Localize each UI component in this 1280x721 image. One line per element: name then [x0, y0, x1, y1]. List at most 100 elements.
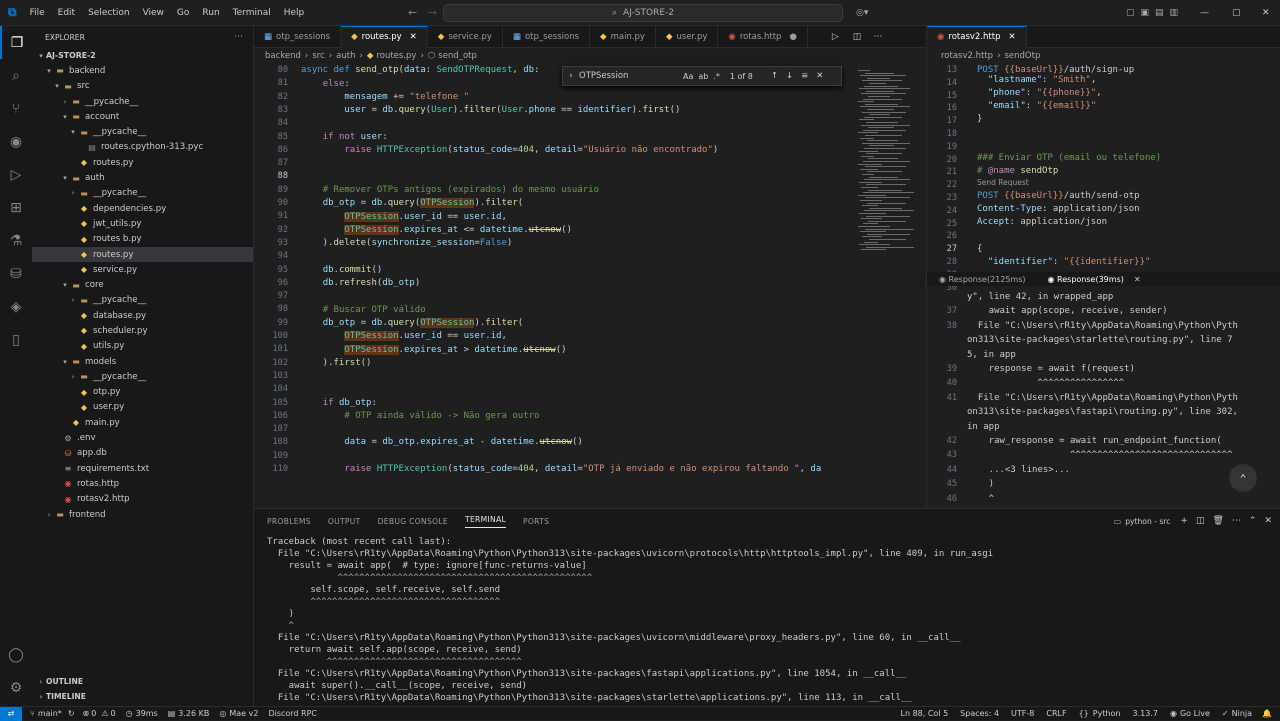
menu-selection[interactable]: Selection [88, 8, 129, 18]
tree-file[interactable]: ◆ otp.py [32, 385, 253, 400]
split-editor-icon[interactable]: ◫ [853, 32, 862, 42]
close-icon[interactable]: ✕ [1134, 275, 1141, 284]
indentation[interactable]: Spaces: 4 [960, 709, 999, 718]
sync-icon[interactable]: ↻ [68, 709, 75, 718]
response-tab-1[interactable]: ◉ Response(2125ms) [939, 275, 1026, 284]
tree-folder[interactable]: › ▬ __pycache__ [32, 369, 253, 384]
tree-file[interactable]: ◆ dependencies.py [32, 201, 253, 216]
source-control-icon[interactable]: ⑂ [0, 92, 32, 125]
menu-edit[interactable]: Edit [58, 8, 75, 18]
run-icon[interactable]: ▷ [832, 32, 839, 42]
close-icon[interactable]: ✕ [816, 71, 823, 81]
tree-file[interactable]: ◉ rotas.http [32, 476, 253, 491]
http-editor[interactable]: 13141516171819202122232425262728293031 P… [927, 64, 1280, 290]
tree-file[interactable]: ≡ requirements.txt [32, 461, 253, 476]
language-mode[interactable]: Python [1093, 709, 1121, 718]
tree-folder[interactable]: › ▬ frontend [32, 507, 253, 522]
next-match-icon[interactable]: ↓ [786, 71, 793, 81]
ninja-status[interactable]: Ninja [1232, 709, 1252, 718]
tab-problems[interactable]: PROBLEMS [267, 517, 311, 526]
tree-folder[interactable]: ▾ ▬ account [32, 109, 253, 124]
forward-arrow-icon[interactable]: → [428, 6, 437, 19]
previous-match-icon[interactable]: ↑ [771, 71, 778, 81]
tree-folder[interactable]: ▾ ▬ src [32, 79, 253, 94]
warning-count[interactable]: 0 [110, 709, 115, 718]
minimap[interactable] [854, 64, 918, 504]
extensions-icon[interactable]: ⊞ [0, 191, 32, 224]
tree-file[interactable]: ◆ routes.py [32, 155, 253, 170]
close-icon[interactable]: ✕ [410, 32, 417, 42]
new-terminal-icon[interactable]: + [1180, 516, 1188, 526]
timeline-section[interactable]: › TIMELINE [32, 689, 86, 704]
menu-help[interactable]: Help [284, 8, 305, 18]
tab-terminal[interactable]: TERMINAL [465, 515, 507, 528]
tree-file[interactable]: ⚙ .env [32, 430, 253, 445]
close-icon[interactable]: ✕ [1009, 32, 1016, 42]
tree-file[interactable]: ◆ service.py [32, 262, 253, 277]
mae-status[interactable]: Mae v2 [229, 709, 258, 718]
line-ending[interactable]: CRLF [1046, 709, 1066, 718]
split-terminal-icon[interactable]: ◫ [1196, 516, 1205, 526]
regex-icon[interactable]: .* [713, 72, 720, 81]
python-version[interactable]: 3.13.7 [1133, 709, 1158, 718]
tree-folder[interactable]: ▾ ▬ core [32, 277, 253, 292]
copilot-icon[interactable]: ◉ [0, 125, 32, 158]
tree-file[interactable]: ◆ database.py [32, 308, 253, 323]
breadcrumb-item[interactable]: backend [265, 51, 301, 61]
encoding[interactable]: UTF-8 [1011, 709, 1034, 718]
tree-file[interactable]: ◆ routes b.py [32, 232, 253, 247]
chevron-right-icon[interactable]: › [563, 71, 579, 81]
error-count[interactable]: 0 [91, 709, 96, 718]
terminal-output[interactable]: Traceback (most recent call last): File … [254, 537, 1270, 707]
bell-icon[interactable]: 🔔 [1262, 709, 1272, 718]
bookmark-icon[interactable]: ▯ [0, 323, 32, 356]
breadcrumb-item[interactable]: src [312, 51, 324, 61]
account-icon[interactable]: ◯ [0, 638, 32, 671]
outline-section[interactable]: › OUTLINE [32, 674, 83, 689]
database-icon[interactable]: ⛁ [0, 257, 32, 290]
more-icon[interactable]: ⋯ [234, 32, 243, 42]
cursor-position[interactable]: Ln 88, Col 5 [901, 709, 949, 718]
go-live-button[interactable]: Go Live [1180, 709, 1210, 718]
tree-file[interactable]: ◆ main.py [32, 415, 253, 430]
more-icon[interactable]: ⋯ [1232, 516, 1241, 526]
tree-file[interactable]: ◆ jwt_utils.py [32, 216, 253, 231]
menu-terminal[interactable]: Terminal [233, 8, 271, 18]
close-icon[interactable]: ✕ [1264, 516, 1272, 526]
menu-view[interactable]: View [143, 8, 164, 18]
breadcrumb-item[interactable]: auth [336, 51, 355, 61]
docker-icon[interactable]: ◈ [0, 290, 32, 323]
tree-folder[interactable]: ▾ ▬ models [32, 354, 253, 369]
tab-service-py[interactable]: ◆ service.py [428, 25, 503, 48]
tab-debug-console[interactable]: DEBUG CONSOLE [378, 517, 448, 526]
response-time[interactable]: 39ms [136, 709, 158, 718]
find-in-selection-icon[interactable]: ≡ [801, 71, 808, 81]
menu-run[interactable]: Run [202, 8, 219, 18]
menu-file[interactable]: File [30, 8, 45, 18]
explorer-icon[interactable]: ❐ [0, 26, 32, 59]
tree-folder[interactable]: ▾ ▬ backend [32, 63, 253, 78]
response-tab-2[interactable]: ◉ Response(39ms) [1048, 275, 1124, 284]
tab-rotasv2-http[interactable]: ◉ rotasv2.http ✕ [927, 25, 1027, 48]
file-size[interactable]: 3.26 KB [178, 709, 209, 718]
scroll-up-button[interactable]: ⌃ [1229, 464, 1257, 492]
back-arrow-icon[interactable]: ← [408, 6, 417, 19]
tab-ports[interactable]: PORTS [523, 517, 549, 526]
maximize-panel-icon[interactable]: ⌃ [1249, 516, 1257, 526]
tree-folder[interactable]: ▾ ▬ auth [32, 170, 253, 185]
breadcrumb-item[interactable]: send_otp [438, 51, 477, 61]
tab-user-py[interactable]: ◆ user.py [656, 25, 719, 48]
tree-file[interactable]: ⛁ app.db [32, 446, 253, 461]
find-input[interactable]: OTPSession [579, 71, 679, 81]
command-center[interactable]: ⌕ AJ-STORE-2 [443, 4, 843, 22]
git-branch[interactable]: main* [38, 709, 62, 718]
search-icon[interactable]: ⌕ [0, 59, 32, 92]
close-icon[interactable]: ✕ [1262, 8, 1270, 18]
tab-output[interactable]: OUTPUT [328, 517, 361, 526]
gear-icon[interactable]: ⚙ [0, 671, 32, 704]
tree-file[interactable]: ◆ scheduler.py [32, 323, 253, 338]
debug-icon[interactable]: ▷ [0, 158, 32, 191]
whole-word-icon[interactable]: ab [698, 72, 708, 81]
terminal-shell-label[interactable]: python - src [1125, 517, 1170, 526]
tree-file[interactable]: ◆ routes.py [32, 246, 253, 263]
